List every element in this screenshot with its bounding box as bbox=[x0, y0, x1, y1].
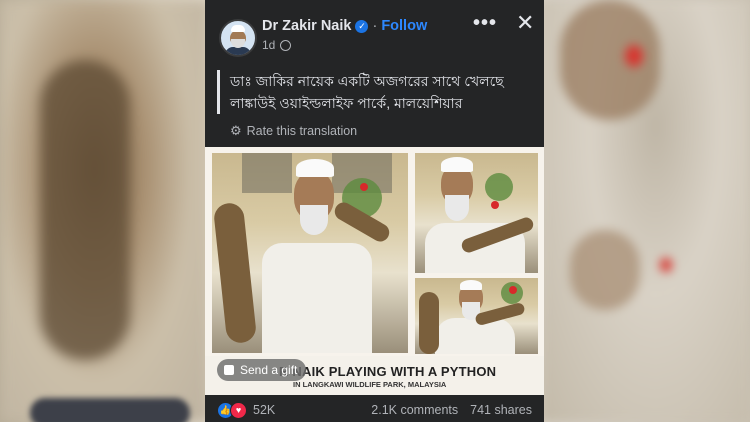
backdrop-left-image bbox=[0, 0, 210, 422]
post-header: Dr Zakir Naik ✓ · Follow 1d ••• ✕ bbox=[205, 0, 544, 64]
photo-bottom-right[interactable] bbox=[415, 278, 538, 354]
more-options-icon[interactable]: ••• bbox=[473, 12, 497, 35]
gear-icon: ⚙ bbox=[230, 123, 242, 138]
post-footer: 👍 ♥ 52K 2.1K comments 741 shares bbox=[205, 398, 544, 422]
author-row: Dr Zakir Naik ✓ · Follow bbox=[262, 18, 427, 34]
verified-badge-icon: ✓ bbox=[355, 19, 369, 33]
globe-icon bbox=[280, 39, 292, 51]
reaction-count: 52K bbox=[253, 403, 276, 417]
post-text: ডাঃ জাকির নায়েক একটি অজগরের সাথে খেলছে … bbox=[217, 70, 535, 139]
post-time[interactable]: 1d bbox=[262, 38, 275, 52]
rate-translation-label: Rate this translation bbox=[246, 124, 358, 138]
image-subtitle: IN LANGKAWI WILDLIFE PARK, MALAYSIA bbox=[293, 380, 447, 389]
post-caption: ডাঃ জাকির নায়েক একটি অজগরের সাথে খেলছে … bbox=[217, 70, 535, 114]
photo-main[interactable] bbox=[212, 153, 408, 353]
close-icon[interactable]: ✕ bbox=[516, 10, 534, 36]
comments-count[interactable]: 2.1K comments bbox=[371, 403, 458, 417]
facebook-post: Dr Zakir Naik ✓ · Follow 1d ••• ✕ ডাঃ জা… bbox=[205, 0, 544, 422]
send-gift-button[interactable]: Send a gift bbox=[217, 359, 307, 381]
shares-count[interactable]: 741 shares bbox=[470, 403, 532, 417]
post-meta: 1d bbox=[262, 38, 292, 52]
author-name[interactable]: Dr Zakir Naik bbox=[262, 18, 351, 34]
love-reaction-icon: ♥ bbox=[230, 401, 247, 419]
backdrop-bottom-blur bbox=[30, 398, 190, 422]
separator-dot: · bbox=[372, 18, 378, 34]
image-collage[interactable]: R NAIK PLAYING WITH A PYTHON IN LANGKAWI… bbox=[205, 147, 544, 395]
photo-top-right[interactable] bbox=[415, 153, 538, 273]
gift-icon bbox=[224, 365, 234, 375]
reaction-summary[interactable]: 👍 ♥ 52K bbox=[217, 401, 276, 419]
rate-translation-link[interactable]: ⚙ Rate this translation bbox=[230, 123, 535, 139]
author-avatar[interactable] bbox=[219, 19, 257, 57]
backdrop-right-image bbox=[540, 0, 750, 422]
image-title: R NAIK PLAYING WITH A PYTHON bbox=[279, 364, 497, 379]
send-gift-label: Send a gift bbox=[240, 363, 298, 377]
follow-button[interactable]: Follow bbox=[381, 18, 427, 34]
